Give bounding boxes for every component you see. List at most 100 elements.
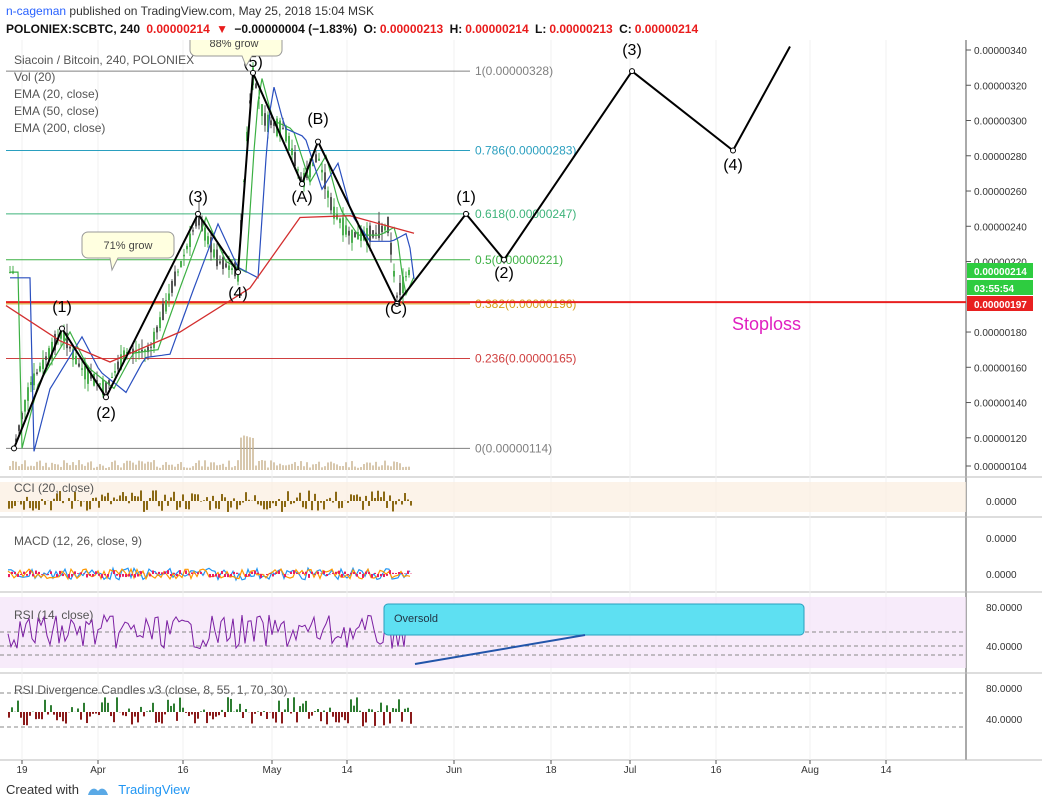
- rsi-divergence-candle: [401, 712, 403, 722]
- tradingview-link[interactable]: TradingView: [118, 782, 190, 797]
- symbol-header: POLONIEX:SCBTC, 240 0.00000214 ▼ −0.0000…: [6, 22, 701, 36]
- cci-bar: [305, 501, 307, 509]
- rsi-divergence-candle: [305, 700, 307, 712]
- rsi-divergence-candle: [17, 700, 19, 712]
- rsi-divergence-candle: [338, 712, 340, 723]
- cci-bar: [272, 501, 274, 504]
- rsi-divergence-candle: [230, 698, 232, 712]
- candle-body: [165, 300, 167, 312]
- open-label: O:: [363, 22, 377, 36]
- rsi-divergence-candle: [29, 712, 31, 716]
- candle-body: [330, 197, 332, 211]
- cci-bar: [188, 501, 190, 510]
- cci-bar: [401, 501, 403, 505]
- rsi-divergence-candle: [65, 712, 67, 724]
- macd-histogram-bar: [140, 571, 142, 574]
- rsi-divergence-candle: [20, 712, 22, 718]
- macd-histogram-bar: [248, 574, 250, 577]
- wave-point: [11, 445, 17, 452]
- time-tick-label: Apr: [90, 765, 106, 776]
- candle-body: [180, 261, 182, 268]
- price-axis[interactable]: 0.00000340 0.00000320 0.00000300 0.00000280…: [966, 46, 1033, 473]
- candle-body: [168, 293, 170, 301]
- volume-bar: [345, 462, 347, 470]
- candle-body: [282, 127, 284, 129]
- fib-level-label: 0.786(0.00000283): [475, 143, 576, 157]
- candle-body: [222, 257, 224, 269]
- rsi-divergence-candle: [410, 712, 412, 724]
- macd-histogram-bar: [128, 574, 130, 577]
- rsi-divergence-candle: [329, 707, 331, 712]
- candle-body: [264, 113, 266, 126]
- wave-point: [195, 210, 201, 217]
- cci-bar: [155, 490, 157, 501]
- rsi-divergence-candle: [356, 697, 358, 712]
- macd-histogram-bar: [191, 572, 193, 574]
- macd-histogram-bar: [374, 572, 376, 574]
- high-value: 0.00000214: [465, 22, 529, 36]
- macd-histogram-bar: [80, 572, 82, 574]
- candle-body: [69, 346, 71, 349]
- volume-bar: [360, 467, 362, 470]
- candle-body: [156, 326, 158, 333]
- volume-bar: [354, 466, 356, 470]
- macd-histogram-bar: [401, 572, 403, 574]
- volume-bar: [105, 467, 107, 470]
- volume-bar: [195, 462, 197, 470]
- candle-body: [27, 387, 29, 401]
- rsi-divergence-candle: [353, 705, 355, 712]
- candle-body: [396, 295, 398, 298]
- price-tick-label: 0.00000320: [974, 81, 1027, 92]
- volume-bar: [78, 460, 80, 470]
- cci-bar: [170, 497, 172, 501]
- candle-body: [288, 136, 290, 150]
- rsi-divergence-candle: [287, 698, 289, 712]
- cci-bar: [32, 501, 34, 511]
- macd-histogram-bar: [368, 572, 370, 574]
- cci-bar: [197, 494, 199, 501]
- volume-bar: [246, 436, 248, 470]
- volume-bar: [132, 462, 134, 470]
- cci-bar: [410, 501, 412, 506]
- rsi-divergence-candle: [227, 697, 229, 712]
- cci-bar: [95, 497, 97, 501]
- time-axis[interactable]: 19 Apr 16 May 14 Jun 18 Jul 16 Aug 14: [16, 760, 892, 776]
- cci-bar: [53, 498, 55, 501]
- cci-bar: [164, 494, 166, 501]
- chart-area[interactable]: 1(0.00000328) 0.786(0.00000283) 0.618(0.00…: [0, 40, 1042, 780]
- rsi-divergence-candle: [143, 712, 145, 717]
- volume-bar: [171, 464, 173, 470]
- volume-bar: [138, 460, 140, 470]
- cci-bar: [356, 494, 358, 501]
- rsi-divergence-candle: [296, 712, 298, 723]
- volume-bar: [402, 467, 404, 470]
- cci-bar: [200, 501, 202, 502]
- rsi-divergence-candle: [308, 712, 310, 719]
- author-name[interactable]: n-cageman: [6, 4, 66, 18]
- volume-bar: [249, 437, 251, 470]
- candle-body: [33, 373, 35, 386]
- rsi-divergence-candle: [407, 707, 409, 712]
- volume-bar: [27, 466, 29, 470]
- time-tick-label: 19: [16, 765, 28, 776]
- volume-bar: [366, 462, 368, 470]
- candle-body: [393, 270, 395, 277]
- cci-bar: [209, 501, 211, 510]
- macd-histogram-bar: [107, 574, 109, 577]
- candle-body: [30, 382, 32, 385]
- macd-histogram-bar: [257, 572, 259, 574]
- oversold-text: Oversold: [394, 613, 438, 625]
- cci-bar: [383, 491, 385, 501]
- volume-bar: [393, 461, 395, 470]
- cci-bar: [41, 499, 43, 501]
- cci-bar: [143, 501, 145, 512]
- cci-bar: [179, 501, 181, 508]
- candle-body: [186, 245, 188, 250]
- candle-body: [231, 268, 233, 270]
- volume-bar: [327, 462, 329, 470]
- candle-body: [18, 425, 20, 431]
- rsi-divergence-candle: [188, 712, 190, 717]
- candle-body: [42, 359, 44, 369]
- legend-symbol: Siacoin / Bitcoin, 240, POLONIEX: [14, 53, 194, 67]
- cci-bar: [68, 498, 70, 501]
